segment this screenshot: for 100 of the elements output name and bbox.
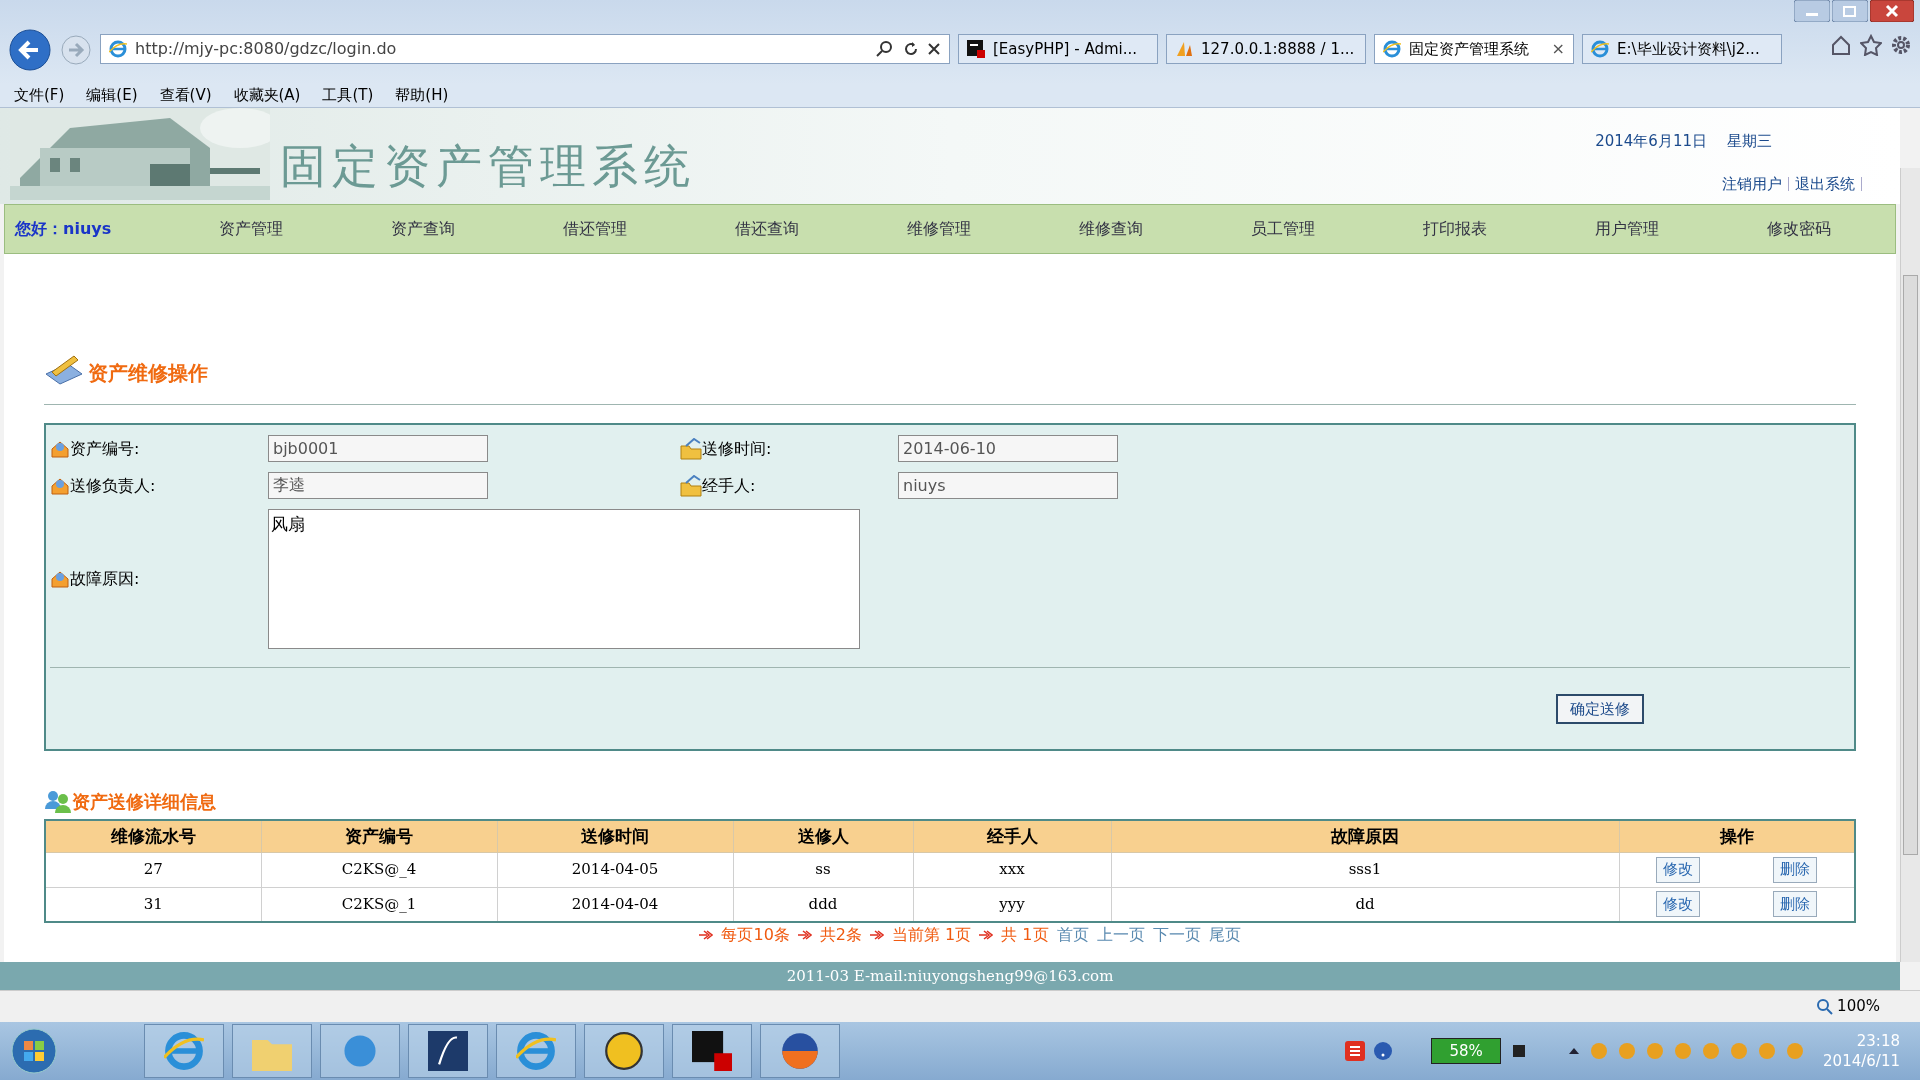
nav-link[interactable]: 用户管理 bbox=[1541, 217, 1713, 241]
nav-link[interactable]: 员工管理 bbox=[1197, 217, 1369, 241]
table-cell: ss bbox=[733, 852, 913, 887]
menu-item[interactable]: 文件(F) bbox=[14, 84, 65, 107]
back-button[interactable] bbox=[8, 28, 52, 72]
users-icon bbox=[44, 789, 72, 815]
input-field[interactable]: niuys bbox=[898, 472, 1118, 499]
tray-arrow-icon[interactable] bbox=[1567, 1046, 1582, 1056]
menu-item[interactable]: 收藏夹(A) bbox=[233, 84, 301, 107]
home-icon[interactable] bbox=[1830, 34, 1852, 56]
text-area[interactable]: 风扇 bbox=[268, 509, 860, 649]
nav-link[interactable]: 资产管理 bbox=[165, 217, 337, 241]
table-cell: C2KS@_4 bbox=[261, 852, 497, 887]
taskbar-button[interactable] bbox=[672, 1024, 752, 1078]
greeting-text: 您好：niuys bbox=[13, 218, 113, 240]
close-icon[interactable] bbox=[927, 42, 941, 56]
browser-page-icon bbox=[1591, 40, 1609, 58]
action-button[interactable]: 修改 bbox=[1656, 856, 1701, 883]
submit-button[interactable]: 确定送修 bbox=[1556, 694, 1644, 724]
menu-item[interactable]: 帮助(H) bbox=[395, 84, 449, 107]
tab-close-button[interactable]: × bbox=[1551, 37, 1565, 61]
column-header: 经手人 bbox=[913, 820, 1111, 852]
column-header: 送修人 bbox=[733, 820, 913, 852]
browser-icon bbox=[516, 1031, 556, 1071]
field-label: 故障原因: bbox=[70, 568, 140, 590]
pagination-link[interactable]: 首页 bbox=[1056, 923, 1089, 947]
pagination-info: 当前第 1页 bbox=[892, 924, 972, 946]
favorites-icon[interactable] bbox=[1860, 34, 1882, 56]
table-cell: 2014-04-05 bbox=[497, 852, 733, 887]
nav-link[interactable]: 打印报表 bbox=[1369, 217, 1541, 241]
column-header: 故障原因 bbox=[1111, 820, 1619, 852]
browser-icon bbox=[164, 1031, 204, 1071]
menu-item[interactable]: 工具(T) bbox=[322, 84, 374, 107]
date-text: 2014年6月11日 bbox=[1595, 131, 1707, 152]
column-header: 送修时间 bbox=[497, 820, 733, 852]
arrow-icon bbox=[797, 929, 812, 941]
action-button[interactable]: 删除 bbox=[1773, 856, 1818, 883]
footer-bar: 2011-03 E-mail:niuyongsheng99@163.com bbox=[0, 962, 1900, 990]
close-button[interactable] bbox=[1870, 0, 1914, 22]
section-title: 资产维修操作 bbox=[88, 360, 208, 387]
nav-link[interactable]: 借还管理 bbox=[509, 217, 681, 241]
menu-item[interactable]: 编辑(E) bbox=[86, 84, 138, 107]
house-icon bbox=[50, 569, 70, 589]
table-cell: xxx bbox=[913, 852, 1111, 887]
nav-link[interactable]: 借还查询 bbox=[681, 217, 853, 241]
pagination-link[interactable]: 上一页 bbox=[1096, 923, 1145, 947]
action-button[interactable]: 修改 bbox=[1656, 891, 1701, 918]
browser-tab[interactable]: E:\毕业设计资料\j2... bbox=[1582, 34, 1782, 64]
nav-link[interactable]: 修改密码 bbox=[1713, 217, 1885, 241]
scrollbar-thumb[interactable] bbox=[1903, 275, 1918, 855]
table-cell: sss1 bbox=[1111, 852, 1619, 887]
forward-button[interactable] bbox=[60, 34, 92, 66]
browser-page-icon bbox=[109, 40, 127, 58]
zoom-icon bbox=[1817, 998, 1834, 1015]
clock-date: 2014/6/11 bbox=[1823, 1051, 1900, 1071]
input-field[interactable]: 2014-06-10 bbox=[898, 435, 1118, 462]
sailboat-icon bbox=[1175, 40, 1193, 58]
action-button[interactable]: 删除 bbox=[1773, 891, 1818, 918]
browser-tab[interactable]: 固定资产管理系统 × bbox=[1374, 34, 1574, 64]
pagination-info: 共2条 bbox=[819, 924, 862, 946]
minimize-button[interactable] bbox=[1794, 0, 1830, 22]
pagination-link[interactable]: 尾页 bbox=[1208, 923, 1241, 947]
folder-icon bbox=[680, 474, 702, 497]
field-label: 送修时间: bbox=[702, 437, 772, 460]
input-field[interactable]: bjb0001 bbox=[268, 435, 488, 462]
field-label: 送修负责人: bbox=[70, 474, 156, 497]
nav-link[interactable]: 维修查询 bbox=[1025, 217, 1197, 241]
browser-tab[interactable]: 127.0.0.1:8888 / 1... bbox=[1166, 34, 1366, 64]
field-label: 资产编号: bbox=[70, 437, 140, 460]
refresh-icon[interactable] bbox=[903, 41, 919, 57]
header-link[interactable]: 注销用户 bbox=[1722, 172, 1782, 195]
column-header: 维修流水号 bbox=[45, 820, 261, 852]
browser-tab[interactable]: [EasyPHP] - Admi... bbox=[958, 34, 1158, 64]
nav-link[interactable]: 资产查询 bbox=[337, 217, 509, 241]
menu-item[interactable]: 查看(V) bbox=[159, 84, 212, 107]
pagination-link[interactable]: 下一页 bbox=[1152, 923, 1201, 947]
settings-icon[interactable] bbox=[1890, 34, 1912, 56]
pagination-info: 共 1页 bbox=[1001, 924, 1049, 946]
weekday-text: 星期三 bbox=[1727, 131, 1772, 152]
arrow-icon bbox=[870, 929, 884, 941]
field-label: 经手人: bbox=[702, 474, 756, 497]
input-field[interactable]: 李逵 bbox=[268, 472, 488, 499]
pagination-info: 每页10条 bbox=[721, 924, 790, 946]
input-method-icon[interactable] bbox=[1345, 1041, 1366, 1061]
scrollbar[interactable] bbox=[1900, 168, 1920, 962]
folder-icon bbox=[680, 437, 702, 460]
zoom-level[interactable]: 100% bbox=[1837, 995, 1880, 1018]
search-icon[interactable] bbox=[875, 40, 895, 58]
taskbar-button[interactable] bbox=[408, 1024, 488, 1078]
terminal-icon bbox=[692, 1031, 732, 1071]
pen-icon bbox=[428, 1031, 468, 1071]
start-button[interactable] bbox=[10, 1027, 58, 1075]
clock-time: 23:18 bbox=[1856, 1031, 1900, 1051]
table-cell: 27 bbox=[45, 852, 261, 887]
section-title: 资产送修详细信息 bbox=[72, 790, 216, 814]
site-title: 固定资产管理系统 bbox=[280, 137, 696, 195]
arrow-icon bbox=[979, 929, 994, 941]
taskbar-button[interactable] bbox=[584, 1024, 664, 1078]
header-link[interactable]: 退出系统 bbox=[1795, 172, 1855, 195]
nav-link[interactable]: 维修管理 bbox=[853, 217, 1025, 241]
